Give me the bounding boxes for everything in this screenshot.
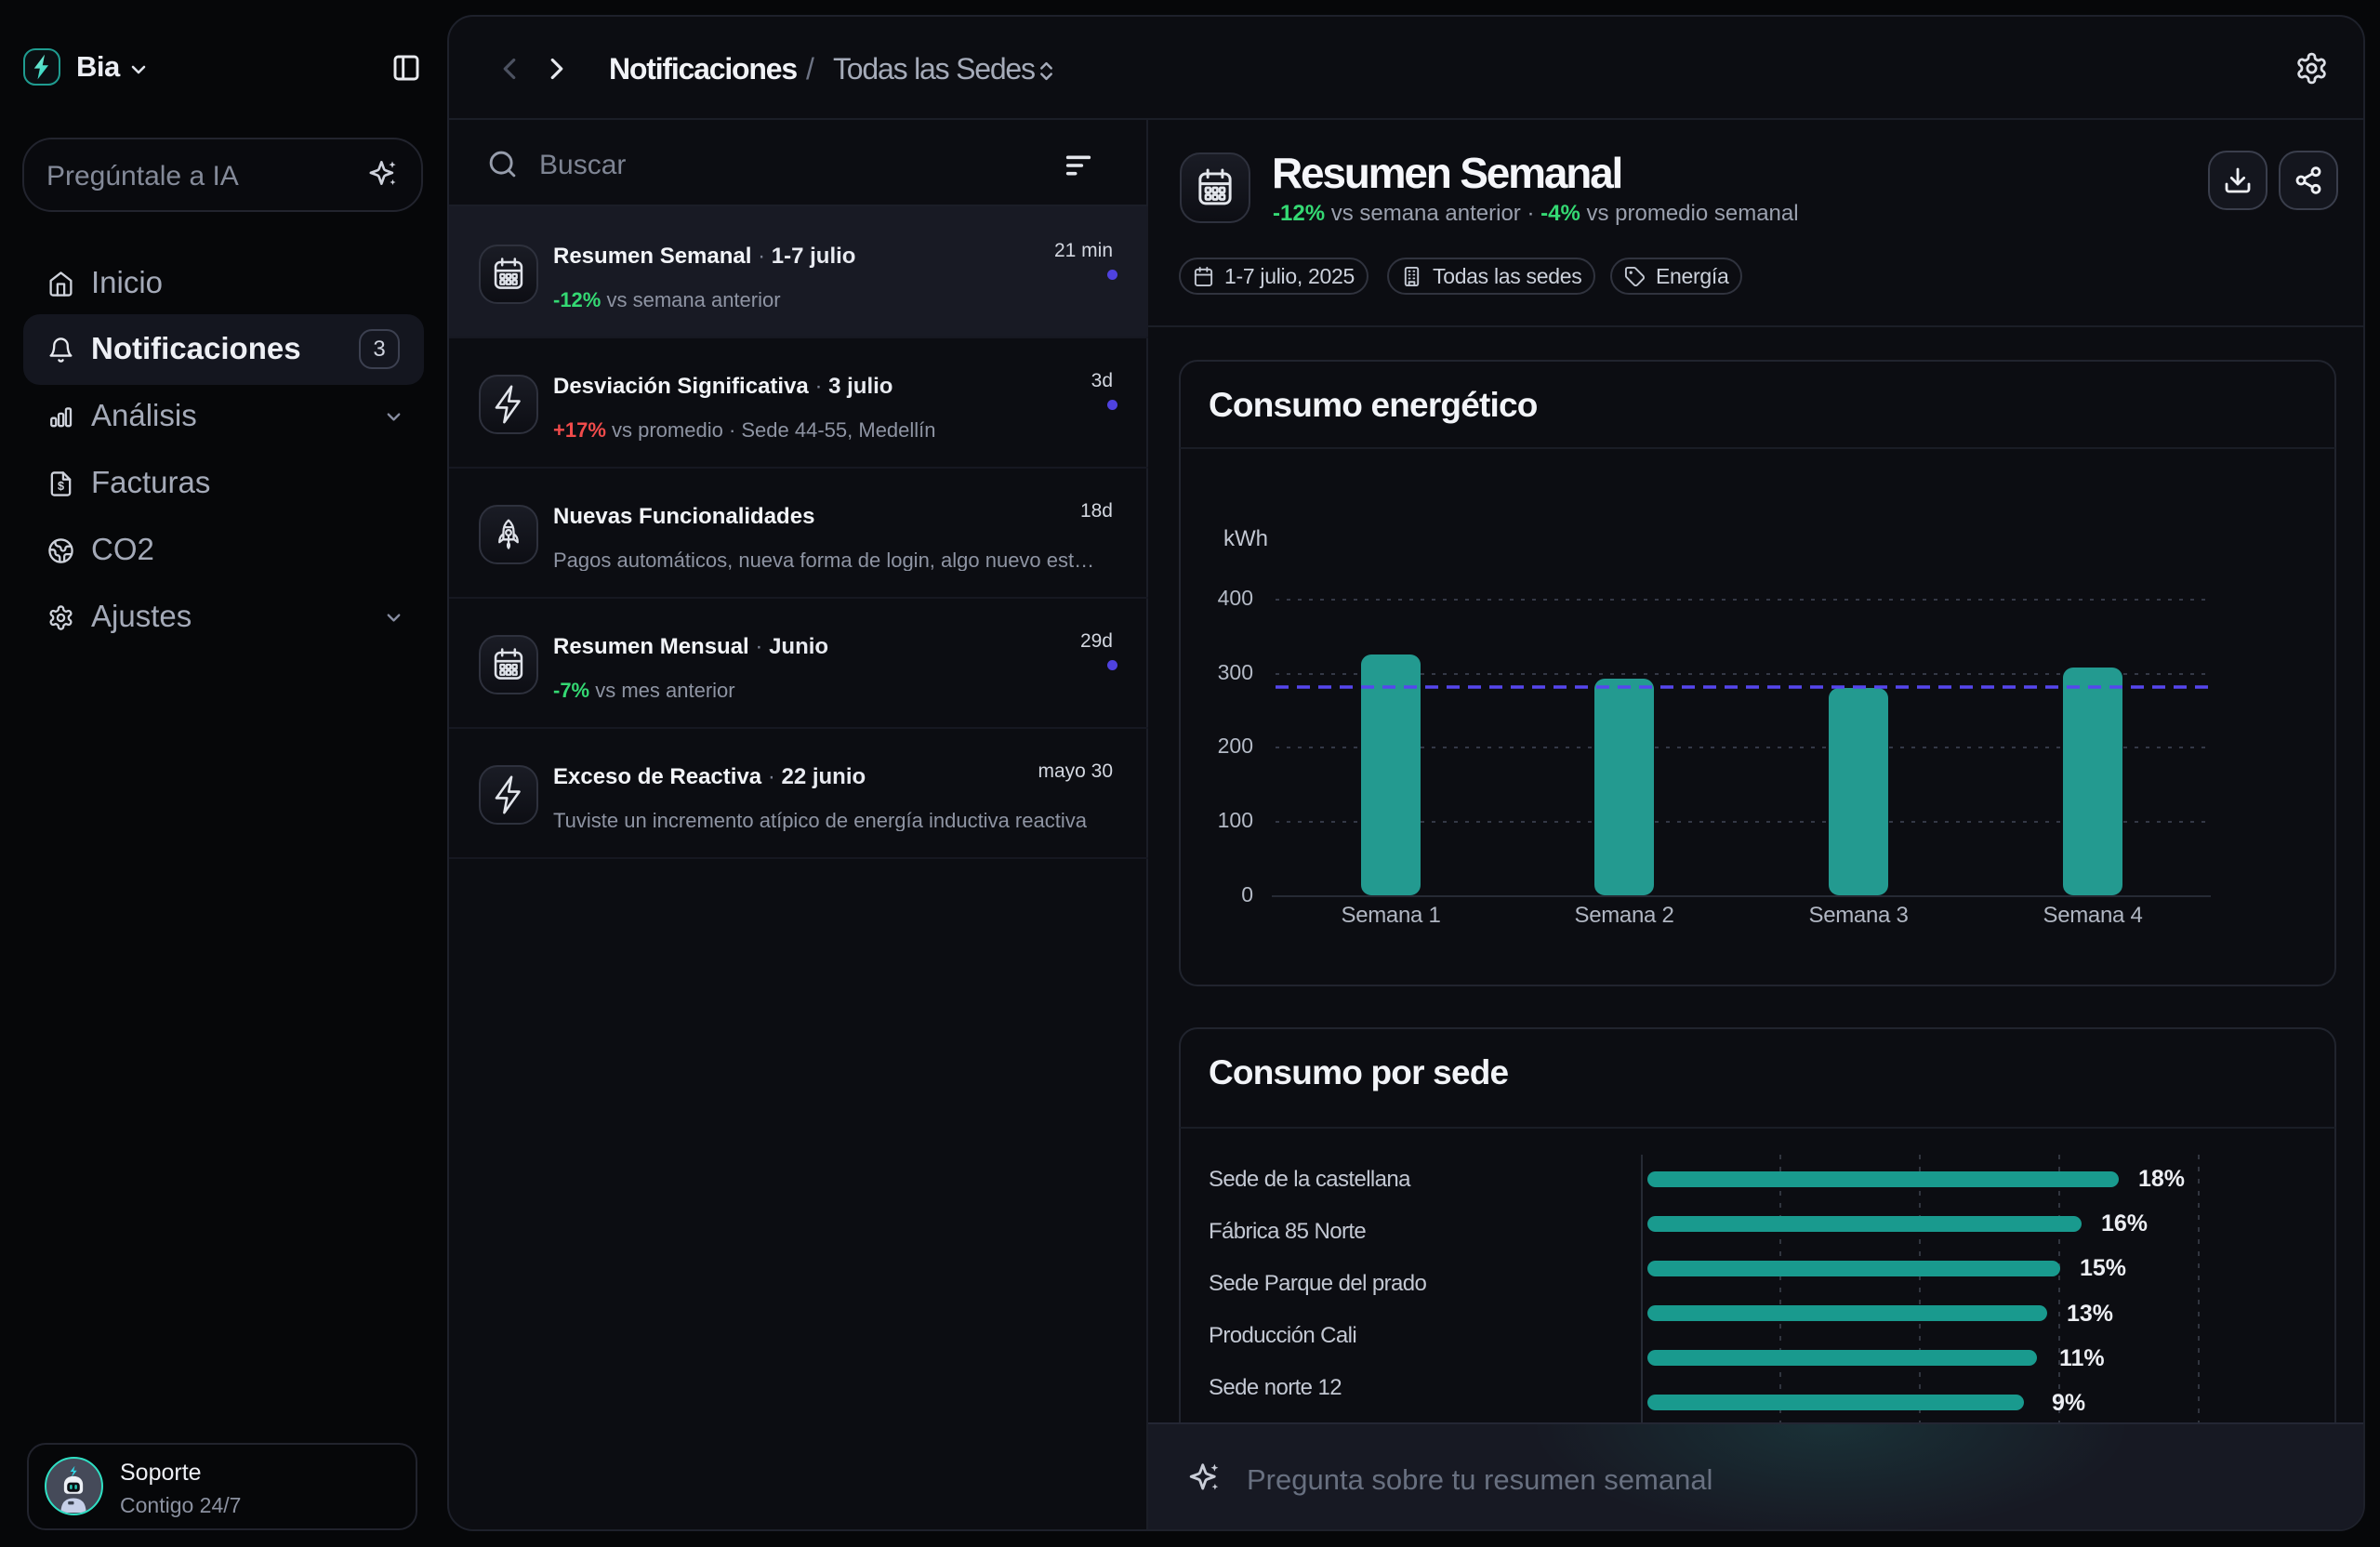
svg-text:$: $ bbox=[58, 480, 64, 493]
